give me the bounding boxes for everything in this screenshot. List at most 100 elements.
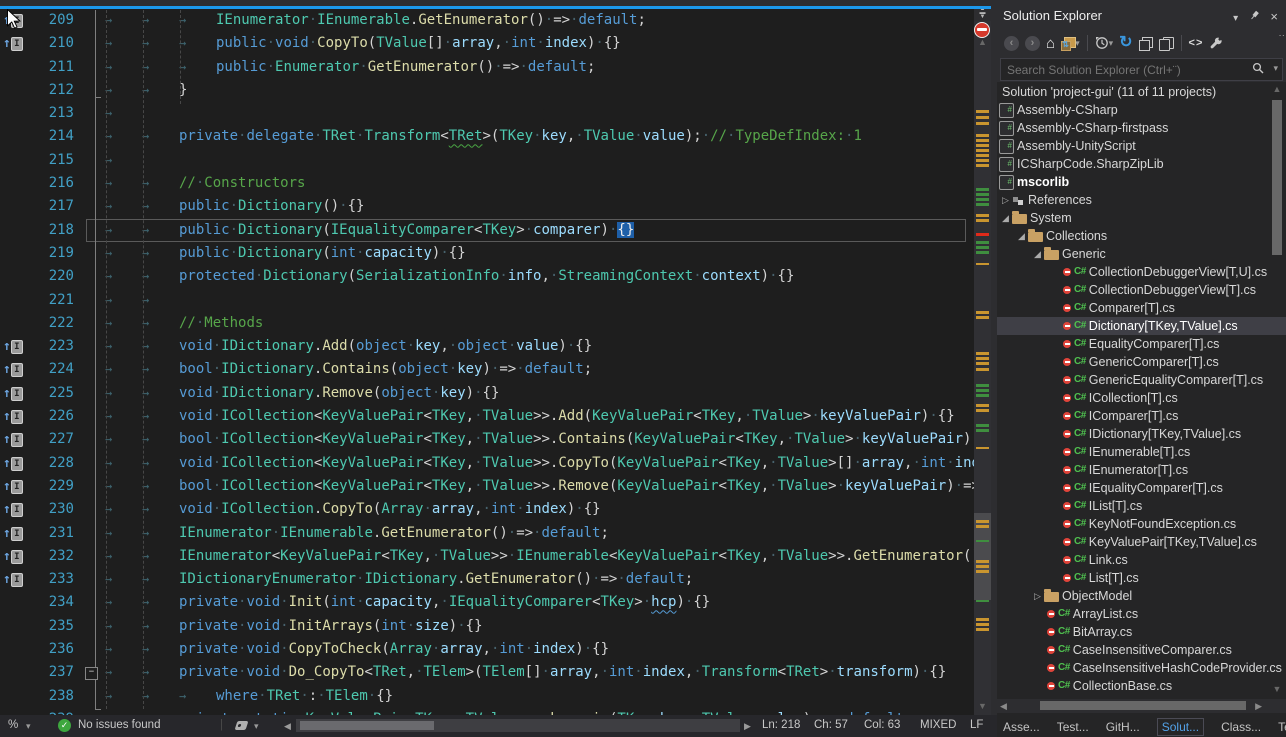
- tree-item-fold[interactable]: ◢System: [997, 209, 1270, 227]
- implementation-margin[interactable]: ↑I: [3, 358, 30, 381]
- view-code-button[interactable]: <>: [1186, 32, 1207, 54]
- scrollbar-thumb[interactable]: [1272, 100, 1282, 255]
- tree-item-fold[interactable]: ◢Collections: [997, 227, 1286, 245]
- chevron-down-icon[interactable]: ▾: [1109, 38, 1114, 49]
- up-arrow-icon[interactable]: ↑: [3, 549, 11, 564]
- code-text[interactable]: →→//·Constructors: [105, 172, 974, 195]
- code-text[interactable]: →: [105, 102, 974, 125]
- close-icon[interactable]: ×: [1270, 9, 1278, 24]
- implementation-margin[interactable]: ↑I: [3, 568, 30, 591]
- interface-implementation-icon[interactable]: I: [11, 387, 23, 401]
- code-line[interactable]: ↑I209→→→IEnumerator·IEnumerable.GetEnume…: [0, 9, 974, 32]
- tree-vertical-scrollbar[interactable]: ▲ ▼: [1270, 84, 1284, 698]
- implementation-margin[interactable]: ↑I: [3, 428, 30, 451]
- tree-horizontal-scrollbar[interactable]: ◀ ▶: [997, 699, 1286, 713]
- code-viewport[interactable]: ↑I209→→→IEnumerator·IEnumerable.GetEnume…: [0, 9, 974, 715]
- tree-item-file[interactable]: C#KeyValuePair[TKey,TValue].cs: [997, 533, 1286, 551]
- tree-item-file[interactable]: C#CollectionDebuggerView[T].cs: [997, 281, 1286, 299]
- tree-item-proj[interactable]: Assembly-CSharp: [997, 101, 1270, 119]
- code-text[interactable]: →→→public·Enumerator·GetEnumerator()·=>·…: [105, 56, 974, 79]
- scrollbar-thumb[interactable]: [300, 721, 434, 730]
- up-arrow-icon[interactable]: ↑: [3, 502, 11, 517]
- search-input[interactable]: [1005, 60, 1239, 79]
- up-arrow-icon[interactable]: ↑: [3, 479, 11, 494]
- tree-item-file[interactable]: C#IComparer[T].cs: [997, 407, 1286, 425]
- code-line[interactable]: 237−→→private·void·Do_CopyTo<TRet,·TElem…: [0, 661, 974, 684]
- forward-button[interactable]: ›: [1022, 32, 1043, 54]
- up-arrow-icon[interactable]: ↑: [3, 36, 11, 51]
- up-arrow-icon[interactable]: ↑: [3, 362, 11, 377]
- tree-item-file[interactable]: C#IEnumerable[T].cs: [997, 443, 1286, 461]
- properties-button[interactable]: [1206, 32, 1226, 54]
- code-text[interactable]: →: [105, 149, 974, 172]
- interface-implementation-icon[interactable]: I: [11, 433, 23, 447]
- code-text[interactable]: →→IEnumerator<KeyValuePair<TKey,·TValue>…: [105, 545, 974, 568]
- up-arrow-icon[interactable]: ↑: [3, 409, 11, 424]
- tree-item-file[interactable]: C#List[T].cs: [997, 569, 1286, 587]
- no-issues-check-icon[interactable]: ✓: [58, 719, 71, 732]
- code-line[interactable]: 218→→public·Dictionary(IEqualityComparer…: [0, 219, 974, 242]
- code-text[interactable]: →→private·void·Do_CopyTo<TRet,·TElem>(TE…: [105, 661, 974, 684]
- code-line[interactable]: 222→→//·Methods: [0, 312, 974, 335]
- code-text[interactable]: →→bool·ICollection<KeyValuePair<TKey,·TV…: [105, 475, 974, 498]
- tree-item-sol[interactable]: Solution 'project-gui' (11 of 11 project…: [997, 83, 1270, 101]
- issues-status-label[interactable]: No issues found: [78, 719, 160, 731]
- refresh-button[interactable]: ↻: [1116, 32, 1135, 54]
- tool-window-tab[interactable]: Test...: [1057, 720, 1089, 734]
- collapse-region-icon[interactable]: −: [85, 667, 98, 680]
- scroll-left-arrow-icon[interactable]: ◀: [1000, 701, 1007, 712]
- code-text[interactable]: →→void·ICollection<KeyValuePair<TKey,·TV…: [105, 452, 974, 475]
- interface-implementation-icon[interactable]: I: [11, 550, 23, 564]
- code-line[interactable]: 217→→public·Dictionary()·{}: [0, 195, 974, 218]
- code-line[interactable]: 214→→private·delegate·TRet·Transform<TRe…: [0, 125, 974, 148]
- code-text[interactable]: →→void·IDictionary.Remove(object·key)·{}: [105, 382, 974, 405]
- code-line[interactable]: 216→→//·Constructors: [0, 172, 974, 195]
- tree-item-proj[interactable]: mscorlib: [997, 173, 1270, 191]
- toolbar-overflow-icon[interactable]: ‥: [1278, 28, 1286, 39]
- tree-item-file[interactable]: C#ICollection[T].cs: [997, 389, 1286, 407]
- code-line[interactable]: 211→→→public·Enumerator·GetEnumerator()·…: [0, 56, 974, 79]
- code-text[interactable]: →→//·Methods: [105, 312, 974, 335]
- tool-window-tab[interactable]: Solut...: [1157, 718, 1204, 736]
- code-text[interactable]: →→bool·ICollection<KeyValuePair<TKey,·TV…: [105, 428, 974, 451]
- scroll-down-arrow-icon[interactable]: ▼: [1270, 684, 1284, 694]
- interface-implementation-icon[interactable]: I: [11, 527, 23, 541]
- code-text[interactable]: →→}: [105, 79, 974, 102]
- code-text[interactable]: →→protected·Dictionary(SerializationInfo…: [105, 265, 974, 288]
- sync-with-active-document-button[interactable]: [1156, 32, 1177, 54]
- code-line[interactable]: 213→: [0, 102, 974, 125]
- tree-item-file[interactable]: C#Dictionary[TKey,TValue].cs: [997, 317, 1286, 335]
- interface-implementation-icon[interactable]: I: [11, 363, 23, 377]
- code-text[interactable]: →→void·ICollection.CopyTo(Array·array,·i…: [105, 498, 974, 521]
- code-line[interactable]: ↑I230→→void·ICollection.CopyTo(Array·arr…: [0, 498, 974, 521]
- collapse-all-button[interactable]: [1136, 32, 1156, 54]
- code-text[interactable]: →→→where·TRet·:·TElem·{}: [105, 685, 974, 708]
- interface-implementation-icon[interactable]: I: [11, 457, 23, 471]
- tree-item-file[interactable]: C#CollectionDebuggerView[T,U].cs: [997, 263, 1286, 281]
- expanded-chevron-icon[interactable]: ◢: [1031, 245, 1044, 263]
- tree-item-file[interactable]: C#GenericComparer[T].cs: [997, 353, 1286, 371]
- tree-item-file[interactable]: C#KeyNotFoundException.cs: [997, 515, 1286, 533]
- pending-changes-filter-button[interactable]: ▾: [1092, 32, 1117, 54]
- implementation-margin[interactable]: ↑I: [3, 498, 30, 521]
- scrollbar-thumb[interactable]: [1040, 701, 1246, 710]
- up-arrow-icon[interactable]: ↑: [3, 386, 11, 401]
- editor-vertical-scrollbar[interactable]: ▲ ▼: [974, 9, 991, 715]
- code-line[interactable]: ↑I223→→void·IDictionary.Add(object·key,·…: [0, 335, 974, 358]
- tree-item-file[interactable]: C#CollectionBase.cs: [997, 677, 1286, 695]
- code-line[interactable]: 236→→private·void·CopyToCheck(Array·arra…: [0, 638, 974, 661]
- code-line[interactable]: 239→→private·static·KeyValuePair<TKey,·T…: [0, 708, 974, 715]
- tree-item-fold[interactable]: ▷ObjectModel: [997, 587, 1286, 605]
- code-line[interactable]: ↑I232→→IEnumerator<KeyValuePair<TKey,·TV…: [0, 545, 974, 568]
- tree-item-proj[interactable]: ICSharpCode.SharpZipLib: [997, 155, 1270, 173]
- scroll-down-arrow-icon[interactable]: ▼: [974, 701, 991, 711]
- search-options-chevron-icon[interactable]: ▾: [1273, 63, 1278, 74]
- tree-item-file[interactable]: C#IEqualityComparer[T].cs: [997, 479, 1286, 497]
- code-text[interactable]: →→public·Dictionary()·{}: [105, 195, 974, 218]
- code-text[interactable]: →→void·IDictionary.Add(object·key,·objec…: [105, 335, 974, 358]
- scroll-left-arrow-icon[interactable]: ◀: [284, 721, 291, 732]
- code-line[interactable]: ↑I210→→→public·void·CopyTo(TValue[]·arra…: [0, 32, 974, 55]
- code-line[interactable]: 235→→private·void·InitArrays(int·size)·{…: [0, 615, 974, 638]
- code-text[interactable]: →→private·void·Init(int·capacity,·IEqual…: [105, 591, 974, 614]
- implementation-margin[interactable]: ↑I: [3, 452, 30, 475]
